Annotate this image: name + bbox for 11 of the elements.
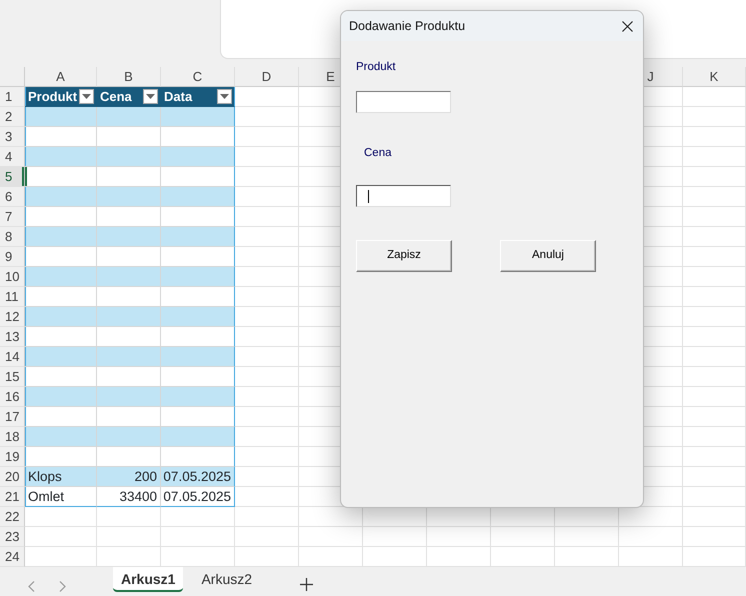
cell-text: 33400 xyxy=(119,488,157,506)
dialog-title: Dodawanie Produktu xyxy=(349,18,466,35)
field-label: Cena xyxy=(364,146,392,162)
header-text: Data xyxy=(164,88,192,106)
cell-text: 07.05.2025 xyxy=(163,488,231,506)
header-text: Produkt xyxy=(28,88,78,106)
header-text: Cena xyxy=(100,88,132,106)
cell-text: Klops xyxy=(28,468,62,486)
cell-text: 200 xyxy=(134,468,157,486)
cell-text: Omlet xyxy=(28,488,64,506)
cell-text: 07.05.2025 xyxy=(163,468,231,486)
